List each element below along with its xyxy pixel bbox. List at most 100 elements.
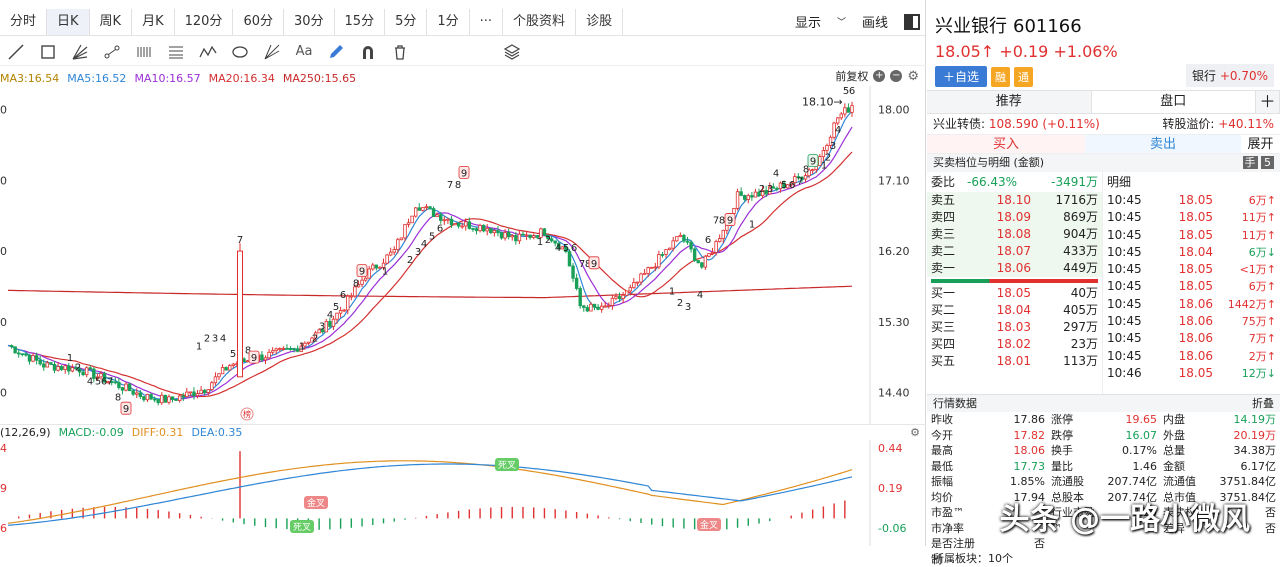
candle-body [406, 222, 411, 225]
candle-body [263, 357, 268, 361]
count-mark: 4 [697, 290, 703, 301]
expand-button[interactable]: 展开 [1241, 135, 1280, 153]
candle-body [192, 391, 196, 396]
fib-tool-icon[interactable] [160, 39, 192, 65]
display-menu[interactable]: 显示 [795, 12, 821, 31]
candle-body [710, 251, 715, 254]
trade-row: 10:45 18.05 6万↑ [1103, 278, 1280, 295]
tab-3[interactable]: 月K [132, 8, 175, 35]
candle-body [850, 105, 854, 113]
delete-icon[interactable] [384, 39, 416, 65]
bars-tool-icon[interactable] [128, 39, 160, 65]
candle-body [599, 305, 604, 310]
candle-body [338, 310, 343, 314]
magnet-icon[interactable] [352, 39, 384, 65]
golden-cross-badge-2-text: 金叉 [700, 519, 718, 531]
candle-body [342, 309, 346, 312]
tab-9[interactable]: 1分 [427, 8, 470, 35]
add-watchlist-button[interactable]: ＋自选 [935, 66, 988, 87]
candle-body [846, 107, 851, 113]
candle-body [56, 366, 60, 371]
ask-row: 卖三 18.08 904万 [927, 226, 1102, 243]
trade-time: 10:45 [1107, 262, 1142, 277]
stat-cell: 16.07 [1125, 428, 1158, 442]
line-tool-icon[interactable] [0, 39, 32, 65]
count-mark: 1 [382, 267, 388, 278]
ask-price: 18.09 [996, 210, 1031, 224]
layers-icon[interactable] [496, 39, 528, 65]
count-mark: 8 [115, 392, 121, 403]
tab-2[interactable]: 周K [90, 8, 133, 35]
ask-volume: 869万 [1063, 210, 1098, 224]
macd-gear-icon[interactable]: ⚙ [910, 426, 920, 439]
candle-body [707, 253, 711, 257]
macd-tick-left: 9 [0, 482, 7, 495]
diff-value: DIFF:0.31 [131, 426, 184, 439]
stat-cell: 外盘 [1163, 428, 1185, 442]
count-mark: 4 [220, 333, 226, 344]
trade-price: 18.05 [1178, 227, 1213, 242]
text-tool-icon[interactable]: Aa [288, 39, 320, 65]
trade-row: 10:45 18.05 6万↑ [1103, 192, 1280, 209]
stat-cell: 流通值 [1163, 475, 1196, 488]
tab-recommend[interactable]: 推荐 [927, 91, 1092, 113]
count-mark: 2 [407, 255, 413, 266]
candle-body [399, 237, 404, 241]
sell-button[interactable]: 卖出 [1085, 135, 1241, 153]
add-tab-button[interactable]: ＋ [1256, 91, 1280, 113]
candle-body [185, 391, 189, 398]
ask-volume: 433万 [1063, 244, 1098, 258]
node-tool-icon[interactable] [96, 39, 128, 65]
candle-body [603, 305, 607, 308]
connect-badge: 通 [1014, 66, 1034, 87]
stats-fold-button[interactable]: 折叠 [1252, 395, 1274, 412]
tab-1[interactable]: 日K [47, 8, 90, 35]
stat-cell: 3751.84亿 [1219, 475, 1277, 488]
y-tick-label: 18.00 [878, 104, 910, 117]
candle-body [306, 341, 311, 344]
tab-10[interactable]: ··· [470, 8, 504, 35]
sector-badge[interactable]: 银行 +0.70% [1185, 64, 1274, 87]
gann-tool-icon[interactable] [256, 39, 288, 65]
fq-select[interactable]: 前复权 [835, 68, 868, 84]
price-change: +0.19 [999, 42, 1049, 61]
trade-row: 10:45 18.06 2万↑ [1103, 348, 1280, 365]
trade-time: 10:45 [1107, 210, 1142, 225]
macd-chart[interactable]: 0.4440.199-0.066金叉死叉死叉金叉 [0, 440, 926, 546]
y-tick-label: 17.10 [878, 174, 910, 187]
candle-body [431, 208, 436, 217]
gear-icon[interactable]: ⚙ [907, 69, 919, 84]
cycle-tool-icon[interactable] [224, 39, 256, 65]
trade-time: 10:45 [1107, 331, 1142, 346]
level-title: 买卖档位与明细 (金额) [933, 156, 1045, 169]
zoom-out-icon[interactable]: − [890, 70, 903, 82]
candle-body [717, 238, 722, 242]
wave-tool-icon[interactable] [192, 39, 224, 65]
count-mark: 6 [789, 180, 795, 191]
ma-legend: MA3:16.54 MA5:16.52 MA10:16.57 MA20:16.3… [0, 70, 926, 86]
pen-tool-icon[interactable] [320, 39, 352, 65]
level-5-icon[interactable]: 5 [1261, 156, 1274, 169]
tab-orderbook[interactable]: 盘口 [1091, 91, 1256, 113]
tab-6[interactable]: 30分 [284, 8, 335, 35]
book-divider [931, 279, 1098, 283]
zoom-in-icon[interactable]: + [873, 70, 886, 82]
tab-5[interactable]: 60分 [233, 8, 284, 35]
tab-8[interactable]: 5分 [385, 8, 428, 35]
tab-0[interactable]: 分时 [0, 8, 48, 35]
candle-body [721, 229, 725, 239]
trade-price: 18.05 [1178, 279, 1213, 294]
kline-chart[interactable]: 18.00017.10016.20015.30014.40018.10→←13.… [0, 86, 926, 424]
tab-7[interactable]: 15分 [335, 8, 386, 35]
sidebar-toggle-icon[interactable] [904, 13, 920, 30]
hand-icon[interactable]: 手 [1242, 156, 1258, 169]
rect-tool-icon[interactable] [32, 39, 64, 65]
buy-button[interactable]: 买入 [927, 135, 1085, 153]
tab-4[interactable]: 120分 [175, 8, 234, 35]
tab-12[interactable]: 诊股 [576, 8, 624, 35]
tab-11[interactable]: 个股资料 [503, 8, 577, 35]
fan-tool-icon[interactable] [64, 39, 96, 65]
draw-button[interactable]: 画线 [862, 12, 888, 31]
stat-cell: 量比 [1051, 459, 1073, 473]
trade-time: 10:45 [1107, 279, 1142, 294]
